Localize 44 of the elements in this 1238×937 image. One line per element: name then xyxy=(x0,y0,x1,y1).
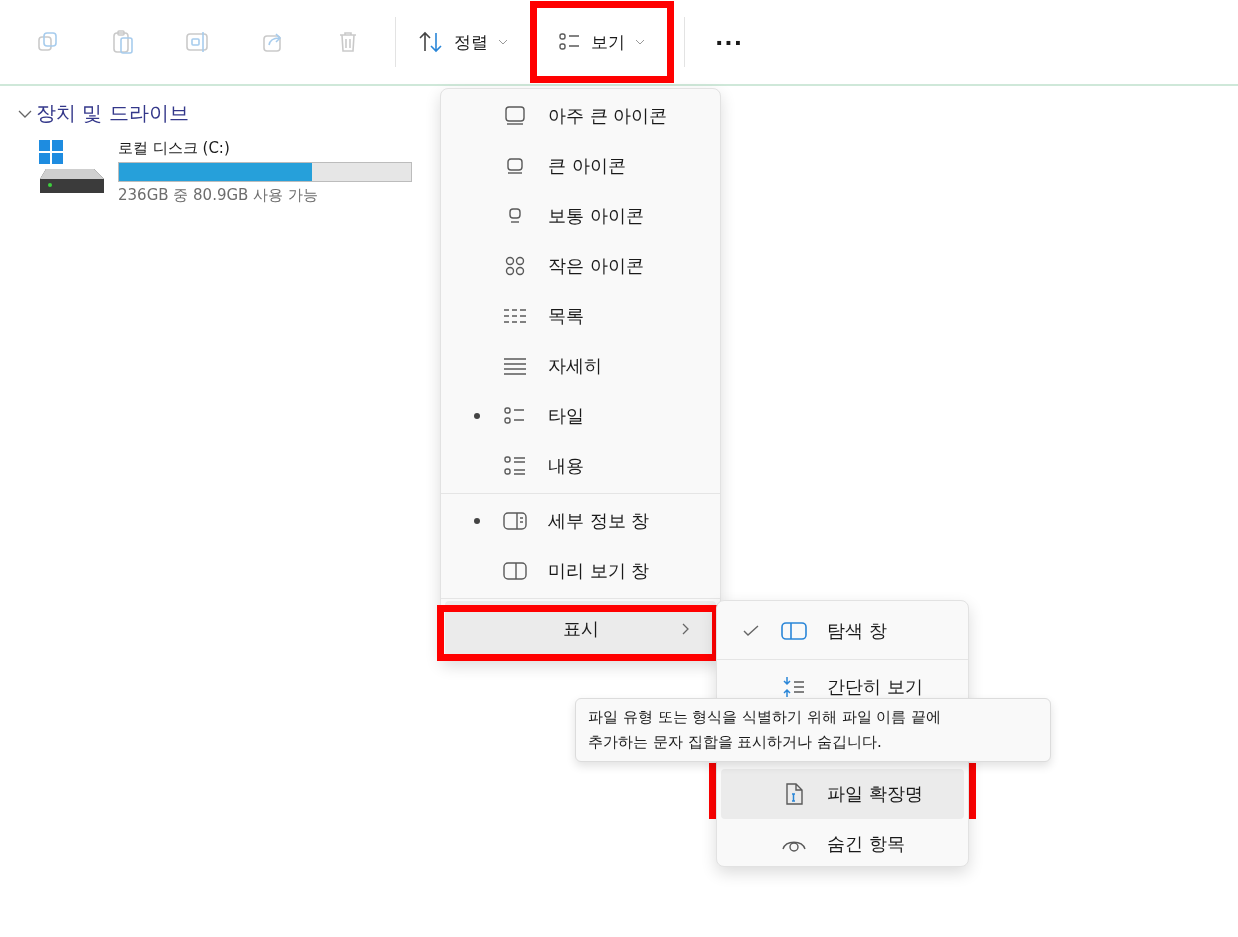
menu-item[interactable]: 파일 확장명 xyxy=(721,769,964,819)
menu-item[interactable]: 타일 xyxy=(445,391,716,441)
chevron-down-icon xyxy=(635,39,645,45)
chevron-down-icon xyxy=(498,39,508,45)
menu-item[interactable]: 내용 xyxy=(445,441,716,491)
menu-item[interactable]: 자세히 xyxy=(445,341,716,391)
tiles-icon xyxy=(559,32,581,52)
more-button[interactable]: ··· xyxy=(695,29,764,55)
pane-icon xyxy=(503,561,527,581)
drive-icon xyxy=(38,139,106,195)
copy-icon xyxy=(35,30,60,54)
menu-item[interactable]: 보통 아이콘 xyxy=(445,191,716,241)
free-space-text: 236GB 중 80.9GB 사용 가능 xyxy=(118,186,319,205)
menu-item[interactable]: 미리 보기 창 xyxy=(445,546,716,596)
monitor-icon xyxy=(504,106,526,126)
sort-icon xyxy=(418,31,444,53)
lines-icon xyxy=(503,357,527,375)
menu-item[interactable]: 아주 큰 아이콘 xyxy=(445,91,716,141)
chevron-icon xyxy=(18,108,32,119)
tiles-icon xyxy=(504,406,526,426)
pane-icon xyxy=(781,621,807,641)
list-icon xyxy=(503,307,527,325)
checkmark-icon xyxy=(743,625,759,637)
file-icon xyxy=(784,782,804,806)
menu-item[interactable]: 탐색 창 xyxy=(721,605,964,657)
menu-item[interactable]: 큰 아이콘 xyxy=(445,141,716,191)
grid-icon xyxy=(504,255,526,277)
content-icon xyxy=(504,455,526,477)
menu-item[interactable]: 목록 xyxy=(445,291,716,341)
rename-icon xyxy=(184,30,211,54)
clipboard-icon xyxy=(110,29,135,55)
sort-button[interactable]: 정렬 xyxy=(406,20,520,64)
menu-item[interactable]: 작은 아이콘 xyxy=(445,241,716,291)
chevron-right-icon xyxy=(682,623,690,635)
menu-item[interactable]: 세부 정보 창 xyxy=(445,496,716,546)
tooltip: 파일 유형 또는 형식을 식별하기 위해 파일 이름 끝에 추가하는 문자 집합을 표시하거나 숨깁니다. xyxy=(575,698,1051,762)
monitor-icon xyxy=(505,157,525,175)
view-button[interactable]: 보기 xyxy=(547,20,657,64)
menu-item[interactable]: 숨긴 항목 xyxy=(721,819,964,869)
drive-name: 로컬 디스크 (C:) xyxy=(118,139,231,158)
monitor-icon xyxy=(507,207,523,225)
pane-icon xyxy=(503,511,527,531)
section-header[interactable]: 장치 및 드라이브 xyxy=(18,100,189,127)
compact-icon xyxy=(783,676,805,698)
